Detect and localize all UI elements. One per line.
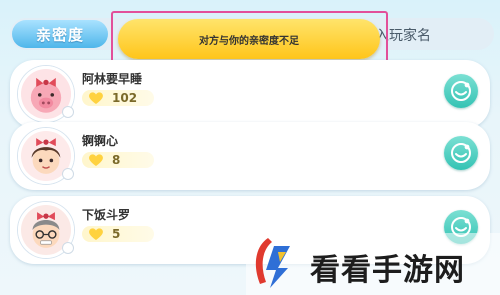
smile-icon xyxy=(451,81,471,101)
intimacy-score: 5 xyxy=(82,226,154,242)
watermark-text: 看看手游网 xyxy=(310,253,465,288)
intimacy-value: 102 xyxy=(112,91,138,105)
friend-card[interactable]: 锕锕心 8 xyxy=(10,122,490,190)
intimacy-score: 8 xyxy=(82,152,154,168)
heart-icon xyxy=(89,92,103,104)
smile-action-button[interactable] xyxy=(444,74,478,108)
avatar-badge xyxy=(62,242,74,254)
friend-name: 下饭斗罗 xyxy=(82,208,131,222)
friend-card[interactable]: 阿林要早睡 102 xyxy=(10,60,490,128)
intimacy-value: 5 xyxy=(112,227,121,241)
intimacy-value: 8 xyxy=(112,153,121,167)
heart-icon xyxy=(89,154,103,166)
smile-icon xyxy=(451,143,471,163)
avatar-badge xyxy=(62,106,74,118)
friend-name: 阿林要早睡 xyxy=(82,72,143,86)
player-name-search[interactable]: 入玩家名 xyxy=(375,24,485,46)
avatar-badge xyxy=(62,168,74,180)
heart-icon xyxy=(89,228,103,240)
friend-name: 锕锕心 xyxy=(82,134,119,148)
watermark-logo-icon xyxy=(255,238,290,288)
tab-intimacy[interactable]: 亲密度 xyxy=(12,20,108,48)
smile-action-button[interactable] xyxy=(444,136,478,170)
intimacy-score: 102 xyxy=(82,90,154,106)
